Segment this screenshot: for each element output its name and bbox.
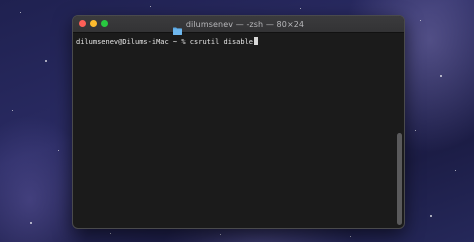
shell-prompt: dilumsenev@Dilums-iMac ~ %: [76, 38, 190, 46]
typed-command: csrutil disable: [189, 38, 254, 46]
text-cursor: [254, 37, 259, 45]
terminal-window[interactable]: dilumsenev — -zsh — 80×24 dilumsenev@Dil…: [72, 15, 405, 229]
window-title: dilumsenev — -zsh — 80×24: [185, 19, 305, 29]
vertical-scrollbar-thumb[interactable]: [397, 133, 402, 225]
terminal-output-area[interactable]: dilumsenev@Dilums-iMac ~ % csrutil disab…: [73, 33, 404, 228]
window-title-group: dilumsenev — -zsh — 80×24: [172, 19, 305, 35]
traffic-lights: [79, 20, 108, 27]
window-title-bar[interactable]: dilumsenev — -zsh — 80×24: [73, 16, 404, 35]
zoom-button[interactable]: [101, 20, 108, 27]
terminal-line: dilumsenev@Dilums-iMac ~ % csrutil disab…: [76, 37, 400, 47]
folder-icon: [172, 20, 182, 35]
minimize-button[interactable]: [90, 20, 97, 27]
close-button[interactable]: [79, 20, 86, 27]
